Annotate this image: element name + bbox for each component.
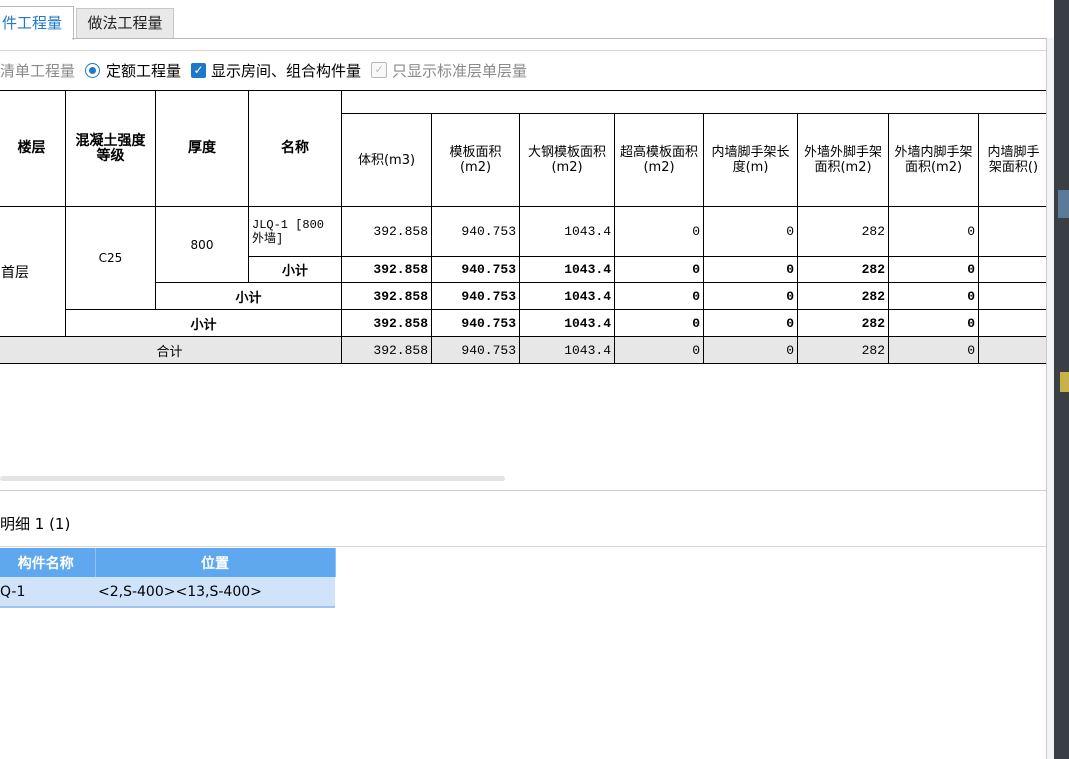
cell-value: 940.753	[431, 309, 520, 337]
cell-value	[978, 282, 1049, 310]
cell-value: 0	[703, 336, 798, 364]
checkbox-standard-floor[interactable]: ✓ 只显示标准层单层量	[371, 60, 527, 81]
table-row-subtotal[interactable]: 小计 392.858 940.753 1043.4 0 0 282 0	[0, 309, 1049, 337]
cell-value: 1043.4	[519, 256, 615, 283]
detail-table: 构件名称 位置 Q-1 <2,S-400><13,S-400>	[0, 548, 336, 608]
detail-divider	[0, 546, 1046, 547]
header-name: 名称	[248, 90, 342, 207]
cell-value: 392.858	[341, 336, 432, 364]
header-form-area: 模板面积(m2)	[431, 113, 520, 207]
cell-total-label: 合计	[0, 336, 342, 364]
detail-cell-position: <2,S-400><13,S-400>	[95, 577, 335, 608]
checkbox-standard-floor-label: 只显示标准层单层量	[392, 61, 528, 80]
radio-quota-quantity[interactable]: 定额工程量	[85, 60, 181, 81]
detail-header-component-name[interactable]: 构件名称	[0, 548, 96, 577]
cell-value	[978, 206, 1049, 257]
cell-value: 0	[614, 206, 704, 257]
quantity-table: 楼层 混凝土强度等级 厚度 名称 体积(m3) 模板面积(m2) 大钢模板面积(…	[0, 90, 1049, 364]
cell-grade: C25	[65, 206, 156, 310]
cell-value: 392.858	[341, 282, 432, 310]
table-row-subtotal[interactable]: 小计 392.858 940.753 1043.4 0 0 282 0	[0, 282, 1049, 310]
detail-header-row: 构件名称 位置	[0, 548, 336, 577]
cell-value: 940.753	[431, 256, 520, 283]
radio-bill-quantity-label: 清单工程量	[0, 61, 76, 80]
tab-bar: 件工程量 做法工程量	[0, 0, 1054, 40]
options-row: 清单工程量 定额工程量 ✓ 显示房间、组合构件量 ✓ 只显示标准层单层量	[0, 56, 1046, 84]
cell-subtotal-label: 小计	[155, 282, 342, 310]
cell-value: 0	[614, 256, 704, 283]
checkbox-show-room-label: 显示房间、组合构件量	[211, 61, 362, 80]
header-thickness: 厚度	[155, 90, 249, 207]
header-volume: 体积(m3)	[341, 113, 432, 207]
cell-value: 0	[614, 309, 704, 337]
cell-value: 0	[703, 282, 798, 310]
side-strip-marker	[1060, 372, 1069, 392]
cell-value	[978, 336, 1049, 364]
header-grade: 混凝土强度等级	[65, 90, 156, 207]
cell-value: 0	[888, 282, 979, 310]
header-inner-scaffold-length: 内墙脚手架长度(m)	[703, 113, 798, 207]
cell-value: 0	[703, 206, 798, 257]
tab-component-quantity[interactable]: 件工程量	[0, 6, 74, 40]
radio-bill-quantity[interactable]: 清单工程量	[0, 60, 75, 81]
header-span	[341, 90, 1049, 114]
cell-value: 0	[703, 309, 798, 337]
tab-divider	[72, 38, 1046, 39]
panel-border	[0, 50, 1046, 51]
detail-row[interactable]: Q-1 <2,S-400><13,S-400>	[0, 577, 335, 608]
window-side-strip	[1054, 0, 1069, 759]
cell-value: 282	[797, 336, 889, 364]
detail-title: 明细 1 (1)	[0, 515, 71, 533]
header-outer-inside-scaffold: 外墙内脚手架面积(m2)	[888, 113, 979, 207]
detail-cell-name: Q-1	[0, 577, 95, 608]
header-inner-scaffold-area: 内墙脚手架面积()	[978, 113, 1049, 207]
header-outer-outside-scaffold: 外墙外脚手架面积(m2)	[797, 113, 889, 207]
cell-value: 392.858	[341, 309, 432, 337]
cell-value: 1043.4	[519, 206, 615, 257]
cell-value: 940.753	[431, 282, 520, 310]
checkbox-disabled-icon[interactable]: ✓	[371, 62, 388, 78]
cell-value	[978, 256, 1049, 283]
cell-value: 0	[614, 336, 704, 364]
cell-value: 0	[888, 256, 979, 283]
section-divider	[0, 490, 1046, 491]
radio-selected-icon[interactable]	[85, 62, 101, 78]
cell-value: 940.753	[431, 206, 520, 257]
header-superhigh-form: 超高模板面积(m2)	[614, 113, 704, 207]
cell-component-name: JLQ-1 [800 外墙]	[248, 206, 342, 257]
cell-value: 940.753	[431, 336, 520, 364]
side-strip-marker	[1058, 190, 1069, 218]
radio-quota-quantity-label: 定额工程量	[106, 61, 182, 80]
table-row[interactable]: 首层 C25 800 JLQ-1 [800 外墙] 392.858 940.75…	[0, 206, 1049, 337]
header-row-top: 楼层 混凝土强度等级 厚度 名称	[0, 90, 1049, 207]
checkbox-show-room[interactable]: ✓ 显示房间、组合构件量	[191, 60, 361, 81]
cell-subtotal-label: 小计	[65, 309, 342, 337]
cell-value: 0	[888, 309, 979, 337]
tab-method-quantity[interactable]: 做法工程量	[76, 8, 174, 39]
cell-floor: 首层	[0, 206, 66, 337]
cell-value: 282	[797, 309, 889, 337]
cell-value: 282	[797, 282, 889, 310]
header-floor: 楼层	[0, 90, 66, 207]
cell-value: 282	[797, 256, 889, 283]
cell-value	[978, 309, 1049, 337]
cell-thickness: 800	[155, 206, 249, 283]
cell-subtotal-label: 小计	[248, 256, 342, 283]
detail-header-position[interactable]: 位置	[95, 548, 336, 577]
cell-value: 0	[888, 206, 979, 257]
cell-value: 392.858	[341, 256, 432, 283]
cell-value: 392.858	[341, 206, 432, 257]
cell-value: 1043.4	[519, 336, 615, 364]
header-steel-form: 大钢模板面积(m2)	[519, 113, 615, 207]
cell-value: 0	[888, 336, 979, 364]
cell-value: 1043.4	[519, 282, 615, 310]
cell-value: 0	[703, 256, 798, 283]
cell-value: 0	[614, 282, 704, 310]
horizontal-scrollbar[interactable]	[0, 476, 505, 481]
table-row-total[interactable]: 合计 392.858 940.753 1043.4 0 0 282 0	[0, 336, 1049, 364]
checkbox-checked-icon[interactable]: ✓	[191, 62, 207, 78]
cell-value: 1043.4	[519, 309, 615, 337]
cell-value: 282	[797, 206, 889, 257]
